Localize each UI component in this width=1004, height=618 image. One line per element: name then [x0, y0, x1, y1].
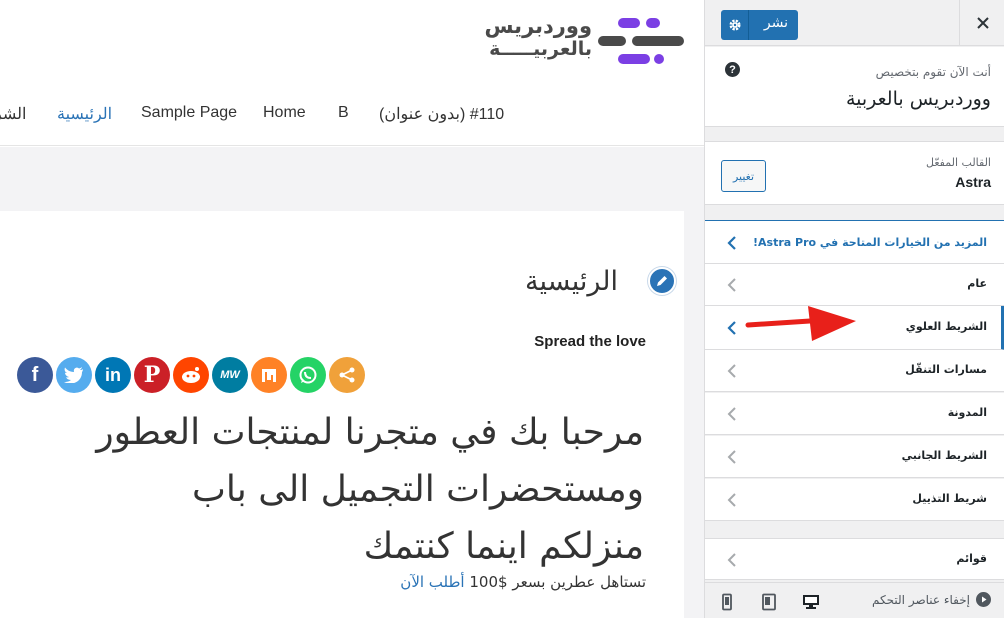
panel-label: الشريط الجانبي [901, 449, 987, 462]
chevron-left-icon [727, 407, 736, 421]
logo-mark-icon [598, 18, 684, 64]
panel-breadcrumbs[interactable]: مسارات التنقّل [705, 350, 1004, 392]
nav-item-partial[interactable]: الشر [0, 104, 26, 124]
chevron-left-icon [727, 278, 736, 292]
nav-item-home-arabic[interactable]: الرئيسية [57, 104, 112, 124]
primary-nav: الشر الرئيسية Sample Page Home B #110 (ب… [0, 104, 704, 128]
panel-astra-pro[interactable]: المزيد من الخيارات المتاحة في Astra Pro! [705, 220, 1004, 264]
publish-button[interactable]: نشر [721, 10, 798, 40]
hero-line-3: منزلكم اينما كنتمك [363, 526, 644, 567]
reddit-icon[interactable] [173, 357, 209, 393]
site-logo[interactable]: ووردبريس بالعربيـــــة [485, 14, 686, 72]
panel-label: الشريط العلوي [905, 320, 987, 333]
site-title: ووردبريس بالعربية [845, 88, 991, 110]
nav-item-untitled[interactable]: #110 (بدون عنوان) [379, 104, 504, 124]
help-icon[interactable]: ? [725, 62, 740, 77]
nav-item-home[interactable]: Home [263, 104, 306, 122]
mix-icon[interactable] [251, 357, 287, 393]
panel-footer-bar[interactable]: شريط التذييل [705, 479, 1004, 521]
edit-shortcut-pencil-icon[interactable] [648, 267, 676, 295]
customizing-label: أنت الآن تقوم بتخصيص [875, 65, 991, 79]
panel-label: المزيد من الخيارات المتاحة في Astra Pro! [753, 236, 987, 249]
site-header: ووردبريس بالعربيـــــة الشر الرئيسية Sam… [0, 0, 704, 146]
logo-text-line2: بالعربيـــــة [489, 38, 592, 60]
content-gutter [684, 211, 704, 618]
whatsapp-icon[interactable] [290, 357, 326, 393]
chevron-left-icon [727, 321, 736, 335]
desktop-preview-icon[interactable] [802, 593, 820, 611]
change-theme-button[interactable]: تغيير [721, 160, 766, 192]
page-title: الرئيسية [525, 266, 618, 297]
publish-label: نشر [763, 15, 788, 31]
logo-text-line1: ووردبريس [484, 14, 593, 38]
hero-heading: مرحبا بك في متجرنا لمنتجات العطور ومستحض… [0, 404, 644, 575]
panel-sidebar[interactable]: الشريط الجانبي [705, 436, 1004, 478]
chevron-left-icon [727, 553, 736, 567]
twitter-icon[interactable] [56, 357, 92, 393]
panel-label: مسارات التنقّل [905, 363, 987, 376]
facebook-icon[interactable]: f [17, 357, 53, 393]
share-heading: Spread the love [534, 333, 646, 350]
hero-subtext-body: تستاهل عطرين بسعر $100 [469, 573, 646, 591]
panel-label: شريط التذييل [912, 492, 987, 505]
close-icon[interactable] [959, 0, 1004, 46]
active-theme-name: Astra [955, 174, 991, 190]
nav-item-sample-page[interactable]: Sample Page [141, 104, 237, 122]
panel-menus[interactable]: قوائم [705, 538, 1004, 580]
mewe-icon[interactable]: MW [212, 357, 248, 393]
annotation-arrow-icon [745, 306, 856, 341]
tablet-preview-icon[interactable] [760, 593, 778, 611]
chevron-left-icon [727, 236, 736, 250]
active-theme-label: القالب المفعّل [926, 156, 991, 169]
mobile-preview-icon[interactable] [718, 593, 736, 611]
hide-controls-button[interactable]: إخفاء عناصر التحكم [872, 592, 991, 607]
site-preview: ووردبريس بالعربيـــــة الشر الرئيسية Sam… [0, 0, 704, 618]
hero-subtext: تستاهل عطرين بسعر $100 أطلب الآن [400, 573, 646, 591]
panel-label: عام [967, 277, 987, 290]
chevron-left-icon [727, 450, 736, 464]
nav-item-b[interactable]: B [338, 104, 349, 122]
hide-controls-label: إخفاء عناصر التحكم [872, 593, 970, 607]
hero-line-1: مرحبا بك في متجرنا لمنتجات العطور [96, 412, 644, 453]
active-theme-section: القالب المفعّل Astra تغيير [705, 141, 1004, 205]
chevron-left-icon [727, 493, 736, 507]
customizer-header: نشر [705, 0, 1004, 46]
share-icon[interactable] [329, 357, 365, 393]
pinterest-icon[interactable]: P [134, 357, 170, 393]
customizer-info: أنت الآن تقوم بتخصيص ووردبريس بالعربية ? [705, 47, 1004, 127]
customizer-footer: إخفاء عناصر التحكم [705, 582, 1004, 618]
linkedin-icon[interactable]: in [95, 357, 131, 393]
gear-icon[interactable] [721, 10, 749, 40]
panel-blog[interactable]: المدونة [705, 393, 1004, 435]
hero-line-2: ومستحضرات التجميل الى باب [191, 469, 644, 510]
panel-label: قوائم [956, 552, 987, 565]
page-background-band [0, 147, 704, 211]
play-circle-icon [976, 592, 991, 607]
panel-label: المدونة [947, 406, 987, 419]
chevron-left-icon [727, 364, 736, 378]
panel-general[interactable]: عام [705, 264, 1004, 306]
order-now-link[interactable]: أطلب الآن [400, 573, 464, 591]
